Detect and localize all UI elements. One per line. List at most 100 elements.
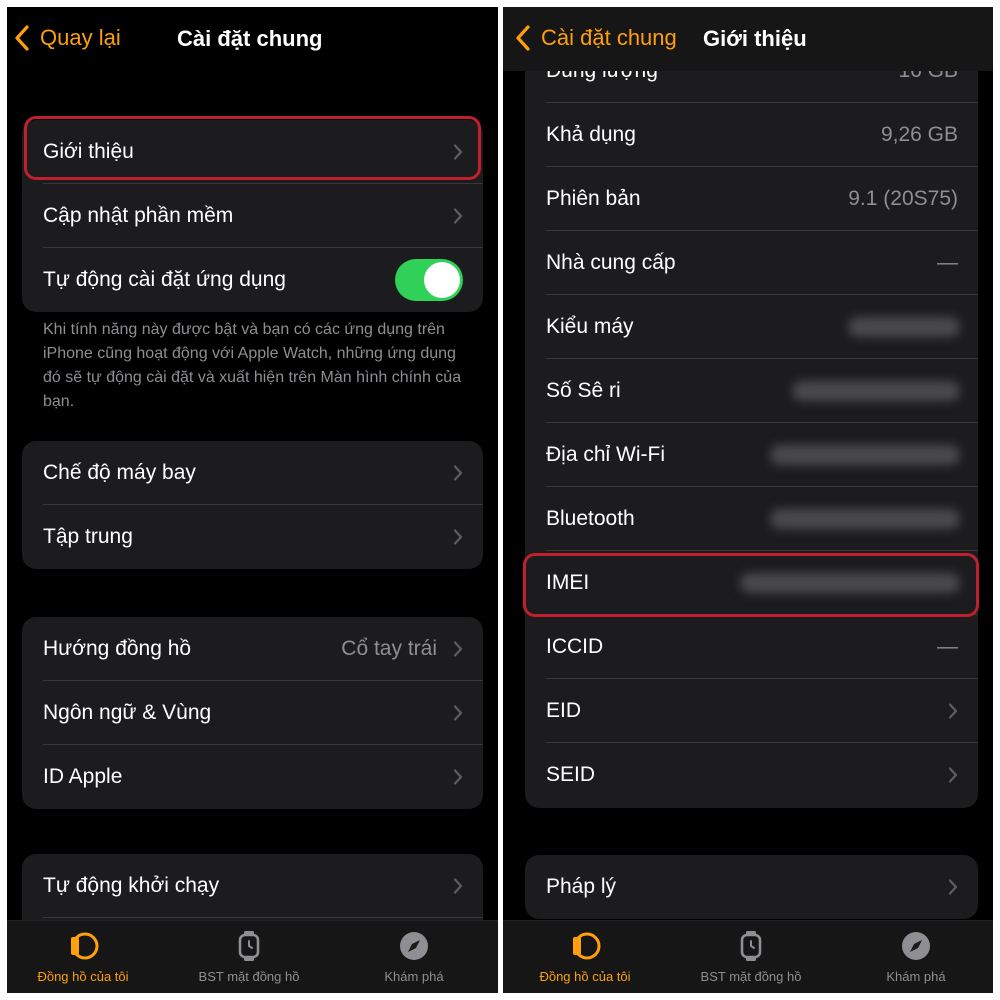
tab-label: BST mặt đồng hồ [198, 969, 300, 984]
row-airplane-mode[interactable]: Chế độ máy bay [22, 441, 483, 505]
row-label: Phiên bản [546, 187, 641, 210]
chevron-left-icon [15, 25, 29, 51]
row-about[interactable]: Giới thiệu [22, 120, 483, 184]
tab-label: BST mặt đồng hồ [700, 969, 802, 984]
page-title: Giới thiệu [703, 26, 807, 51]
row-label: Tự động cài đặt ứng dụng [43, 268, 286, 291]
chevron-right-icon [453, 705, 463, 721]
row-version: Phiên bản 9.1 (20S75) [525, 167, 978, 231]
row-serial-number: Số Sê ri [525, 359, 978, 423]
tab-my-watch[interactable]: Đồng hồ của tôi [7, 929, 163, 984]
row-label: IMEI [546, 571, 590, 594]
legal-group: Pháp lý [525, 855, 978, 919]
row-auto-install-apps: Tự động cài đặt ứng dụng [22, 248, 483, 312]
row-watch-orientation[interactable]: Hướng đồng hồ Cổ tay trái [22, 617, 483, 681]
chevron-right-icon [453, 465, 463, 481]
back-label: Cài đặt chung [541, 25, 677, 50]
row-value: — [937, 251, 958, 274]
chevron-right-icon [453, 144, 463, 160]
blurred-value [770, 509, 960, 529]
nav-bar: Quay lại Cài đặt chung [7, 7, 498, 71]
auto-install-toggle[interactable] [395, 259, 463, 301]
row-software-update[interactable]: Cập nhật phần mềm [22, 184, 483, 248]
watch-icon [573, 932, 601, 960]
nav-bar: Cài đặt chung Giới thiệu [503, 7, 993, 71]
chevron-right-icon [453, 208, 463, 224]
chevron-right-icon [948, 879, 958, 895]
chevron-right-icon [453, 878, 463, 894]
row-value: 9,26 GB [880, 123, 958, 146]
row-label: Tập trung [43, 525, 133, 548]
row-label: Bluetooth [546, 507, 635, 530]
back-button[interactable]: Quay lại [14, 25, 121, 51]
compass-icon [400, 932, 428, 960]
blurred-value [770, 445, 960, 465]
row-value: — [937, 635, 958, 658]
divider [43, 917, 483, 918]
chevron-right-icon [453, 769, 463, 785]
row-model: Kiểu máy [525, 295, 978, 359]
row-available: Khả dụng 9,26 GB [525, 103, 978, 167]
row-carrier: Nhà cung cấp — [525, 231, 978, 295]
tab-my-watch[interactable]: Đồng hồ của tôi [505, 929, 665, 984]
settings-group-modes: Chế độ máy bay Tập trung [22, 441, 483, 569]
watch-face-gallery-icon [740, 931, 762, 961]
about-screen: Dung lượng 16 GB Khả dụng 9,26 GB Phiên … [503, 7, 993, 993]
row-apple-id[interactable]: ID Apple [22, 745, 483, 809]
row-label: ICCID [546, 635, 604, 658]
watch-icon [71, 932, 99, 960]
row-value: Cổ tay trái [341, 637, 437, 660]
about-info-group: Dung lượng 16 GB Khả dụng 9,26 GB Phiên … [525, 47, 978, 808]
chevron-left-icon [516, 25, 530, 51]
tab-bar: Đồng hồ của tôi BST mặt đồng hồ Khám phá [7, 920, 498, 993]
back-label: Quay lại [40, 25, 121, 50]
row-imei: IMEI [525, 551, 978, 615]
chevron-right-icon [453, 641, 463, 657]
tab-label: Đồng hồ của tôi [37, 969, 129, 984]
tab-face-gallery[interactable]: BST mặt đồng hồ [169, 929, 329, 984]
tab-face-gallery[interactable]: BST mặt đồng hồ [671, 929, 831, 984]
row-label: Pháp lý [546, 875, 617, 898]
blurred-value [848, 317, 960, 337]
watch-face-gallery-icon [238, 931, 260, 961]
row-label: Tự động khởi chạy [43, 874, 220, 897]
row-label: EID [546, 699, 582, 722]
chevron-right-icon [453, 529, 463, 545]
general-settings-screen: Quay lại Cài đặt chung Giới thiệu Cập nh… [7, 7, 498, 993]
row-iccid: ICCID — [525, 615, 978, 679]
settings-group-watch: Hướng đồng hồ Cổ tay trái Ngôn ngữ & Vùn… [22, 617, 483, 809]
row-language-region[interactable]: Ngôn ngữ & Vùng [22, 681, 483, 745]
row-eid[interactable]: EID [525, 679, 978, 743]
tab-discover[interactable]: Khám phá [334, 929, 494, 984]
row-bluetooth: Bluetooth [525, 487, 978, 551]
tab-label: Đồng hồ của tôi [539, 969, 631, 984]
row-label: Giới thiệu [43, 140, 134, 163]
tab-discover[interactable]: Khám phá [836, 929, 993, 984]
row-label: Địa chỉ Wi-Fi [546, 443, 665, 466]
row-label: ID Apple [43, 765, 123, 788]
auto-install-footnote: Khi tính năng này được bật và bạn có các… [43, 321, 462, 410]
row-label: Cập nhật phần mềm [43, 204, 234, 227]
chevron-right-icon [948, 703, 958, 719]
blurred-value [792, 381, 960, 401]
row-seid[interactable]: SEID [525, 743, 978, 807]
row-label: Kiểu máy [546, 315, 634, 338]
compass-icon [902, 932, 930, 960]
row-wifi-address: Địa chỉ Wi-Fi [525, 423, 978, 487]
row-auto-launch[interactable]: Tự động khởi chạy [22, 854, 483, 918]
back-button[interactable]: Cài đặt chung [515, 25, 677, 51]
row-focus[interactable]: Tập trung [22, 505, 483, 569]
page-title: Cài đặt chung [177, 26, 323, 51]
row-label: Chế độ máy bay [43, 461, 196, 484]
blurred-value [740, 573, 960, 593]
row-label: Số Sê ri [546, 379, 621, 402]
settings-group-about: Giới thiệu Cập nhật phần mềm Tự động cài… [22, 120, 483, 312]
chevron-right-icon [948, 767, 958, 783]
row-label: Nhà cung cấp [546, 251, 676, 274]
row-legal[interactable]: Pháp lý [525, 855, 978, 919]
row-value: 9.1 (20S75) [848, 187, 958, 210]
row-label: SEID [546, 763, 596, 786]
row-label: Ngôn ngữ & Vùng [43, 701, 212, 724]
row-label: Hướng đồng hồ [43, 637, 192, 660]
tab-label: Khám phá [384, 969, 444, 984]
